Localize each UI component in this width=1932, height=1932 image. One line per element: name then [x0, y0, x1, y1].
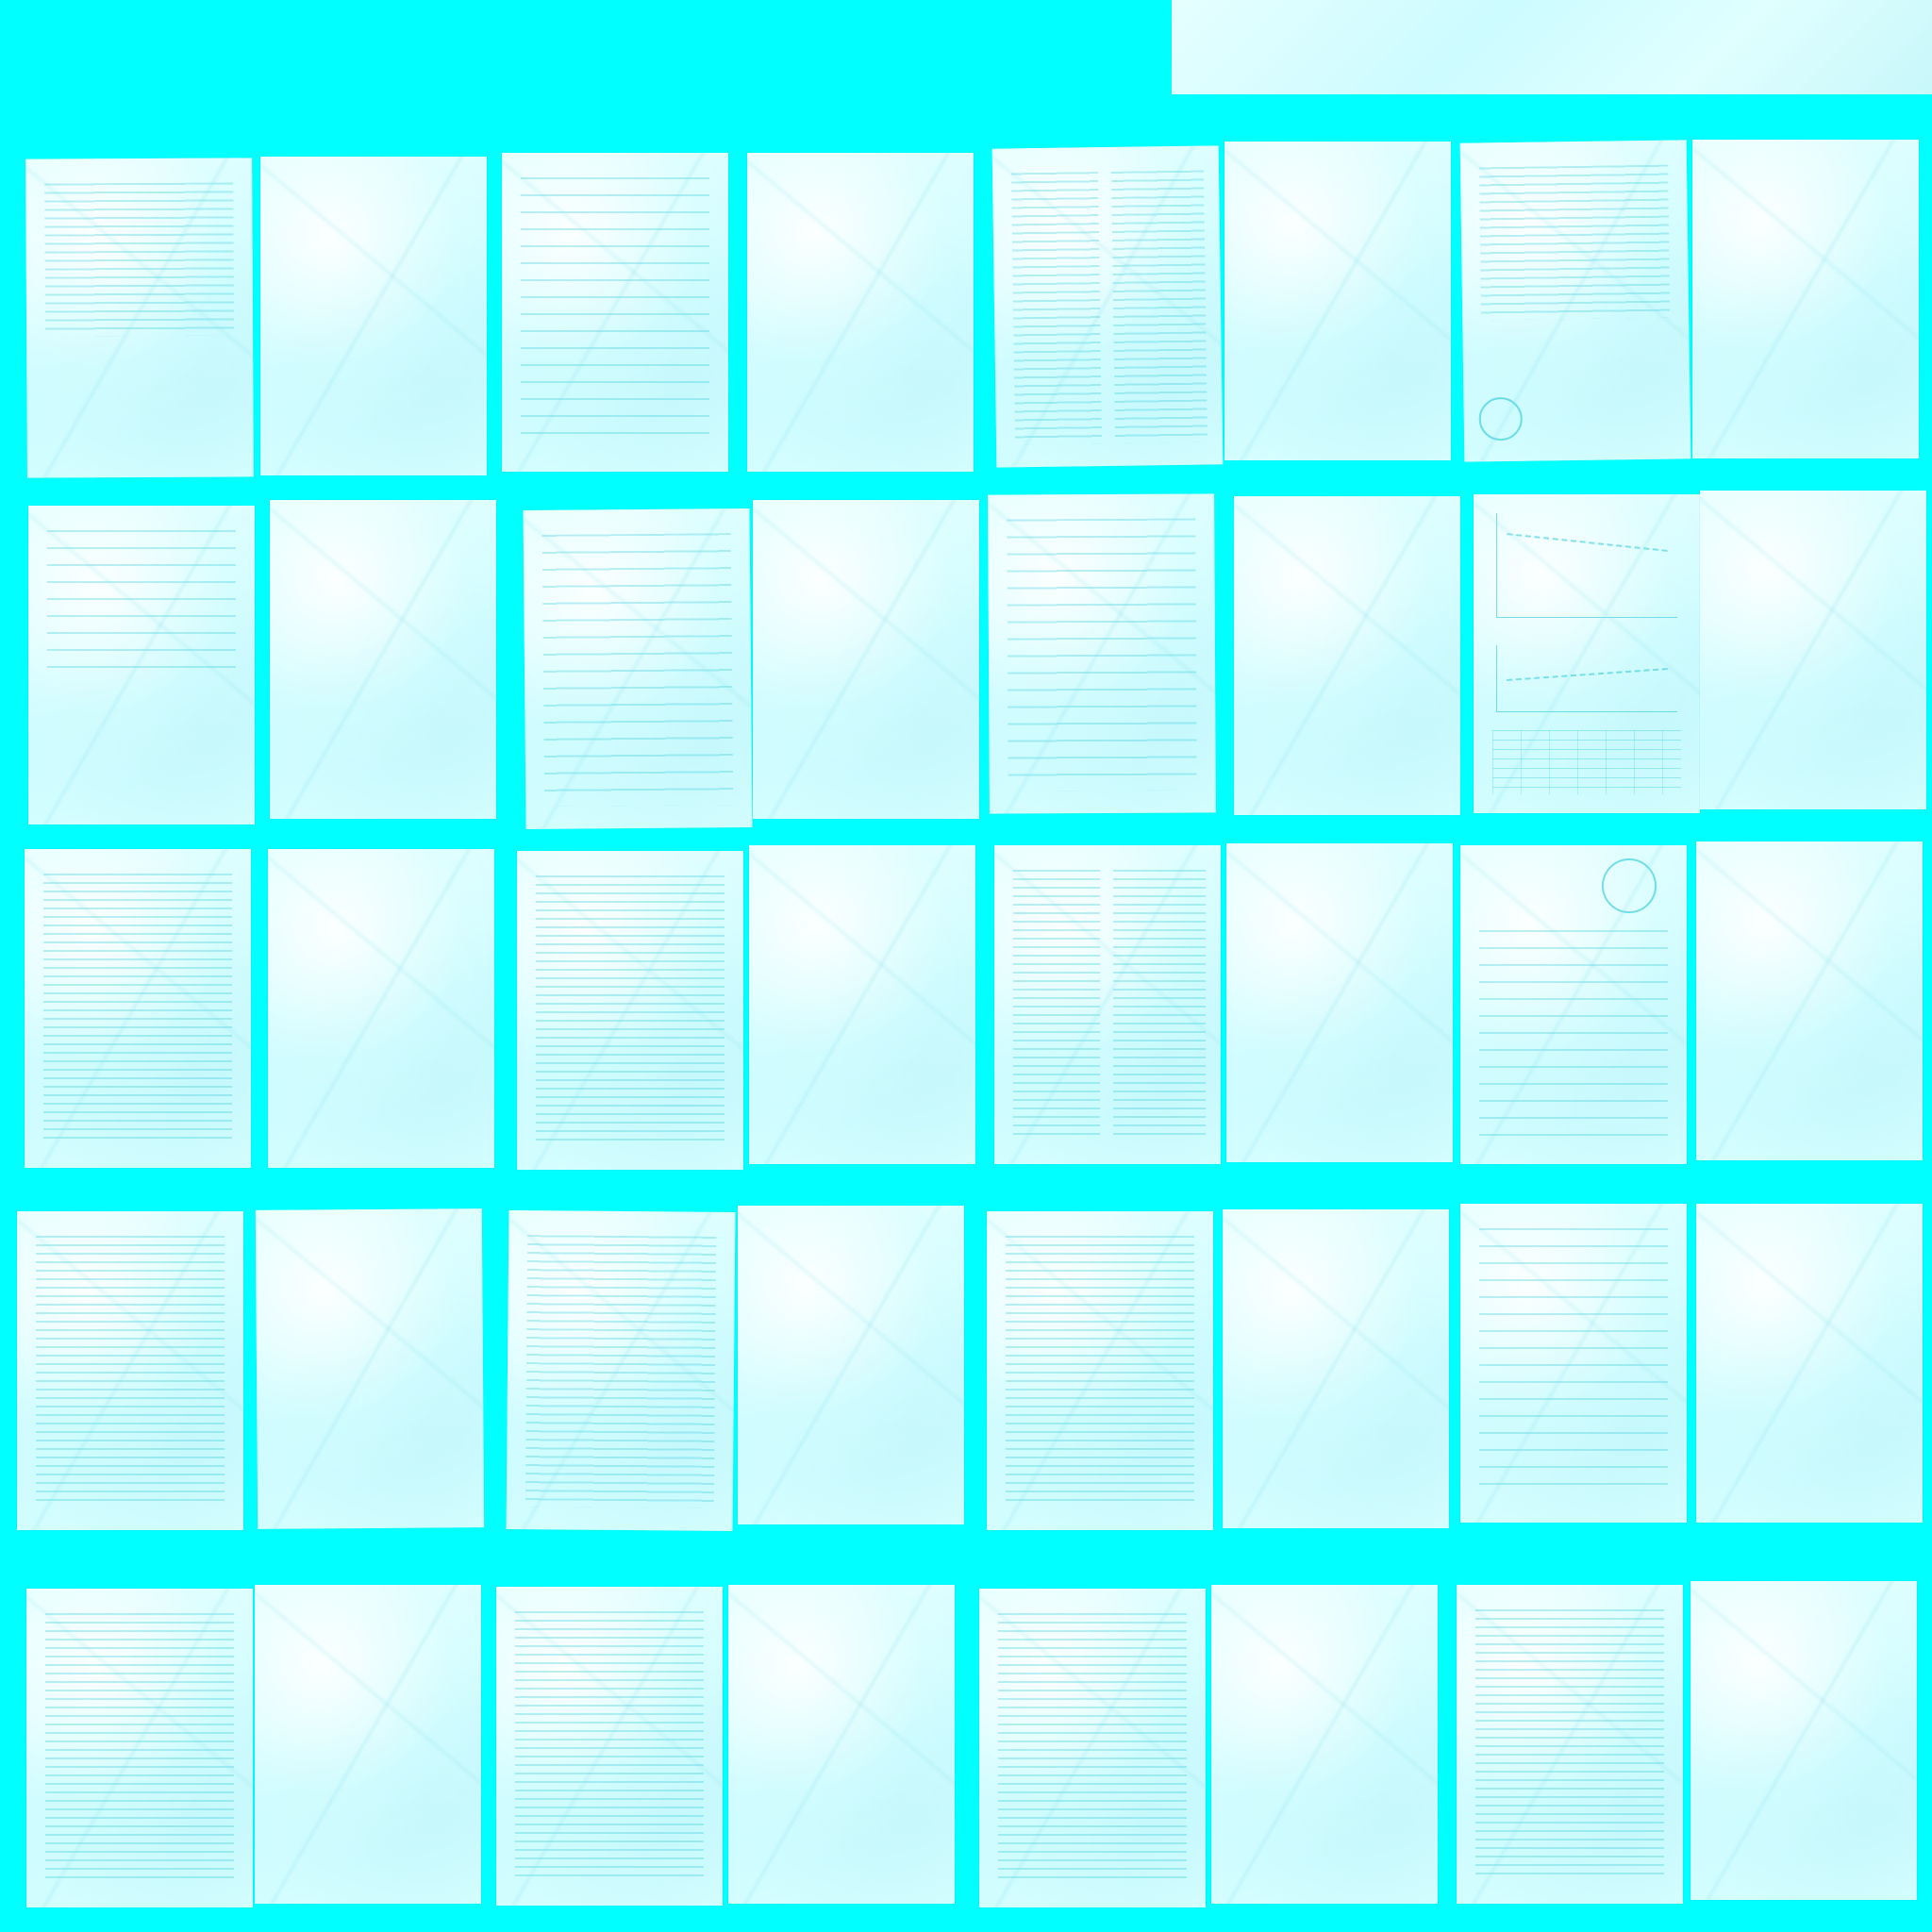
- page-r2c2: [270, 500, 496, 819]
- page-text: [1006, 1236, 1194, 1507]
- page-r3c1: [25, 849, 251, 1168]
- page-r5c6: [1211, 1585, 1438, 1904]
- page-r5c8: [1690, 1581, 1917, 1900]
- page-r2c3: [523, 508, 753, 830]
- page-r4c6: [1223, 1209, 1449, 1528]
- page-r2c8: [1700, 491, 1926, 809]
- page-r2c4: [753, 500, 979, 819]
- page-text: [1007, 518, 1197, 791]
- page-r4c5: [987, 1211, 1213, 1530]
- page-text: [541, 533, 734, 807]
- page-r2c1: [28, 506, 255, 824]
- page-r4c7: [1460, 1204, 1687, 1523]
- page-r3c4: [749, 845, 975, 1164]
- page-text: [521, 177, 709, 449]
- page-text-right-column: [1113, 870, 1206, 1141]
- page-r5c2: [255, 1585, 481, 1904]
- page-text-left-column: [1011, 172, 1103, 445]
- page-r3c7: [1460, 845, 1687, 1164]
- page-r4c8: [1696, 1204, 1923, 1523]
- page-r4c2: [255, 1208, 485, 1529]
- page-r1c1: [25, 158, 254, 478]
- page-r3c8: [1696, 841, 1923, 1160]
- page-r5c7: [1457, 1585, 1683, 1904]
- page-text: [47, 530, 236, 683]
- seal-stamp: [1602, 858, 1657, 913]
- data-table: [1492, 730, 1681, 794]
- page-r3c6: [1226, 843, 1453, 1162]
- page-text: [43, 874, 232, 1145]
- page-r5c1: [26, 1589, 253, 1907]
- page-r3c5: [994, 845, 1221, 1164]
- page-text-right-column: [1111, 170, 1208, 443]
- line-chart-top: [1496, 513, 1677, 618]
- seal-stamp: [1478, 396, 1524, 441]
- page-text: [515, 1611, 704, 1883]
- scanned-pages-canvas: [0, 0, 1932, 1932]
- page-text: [998, 1613, 1187, 1885]
- page-text: [1475, 1609, 1664, 1881]
- page-r3c3: [517, 851, 743, 1170]
- page-r2c7: [1474, 494, 1700, 813]
- page-text: [525, 1235, 717, 1508]
- page-r2c6: [1234, 496, 1460, 815]
- page-text: [1479, 1228, 1668, 1500]
- page-text: [36, 1236, 225, 1507]
- page-r4c3: [506, 1209, 736, 1532]
- page-r4c4: [738, 1206, 964, 1524]
- page-text: [44, 182, 235, 337]
- partial-page-strip: [1172, 0, 1932, 94]
- page-text-left-column: [1013, 870, 1100, 1141]
- page-r1c6: [1224, 142, 1451, 460]
- page-r1c7: [1459, 140, 1691, 462]
- line-chart-bottom: [1496, 645, 1677, 712]
- page-r5c4: [728, 1585, 955, 1904]
- page-text: [1479, 930, 1668, 1141]
- page-r1c4: [747, 153, 974, 472]
- page-r5c5: [979, 1589, 1206, 1907]
- page-r4c1: [17, 1211, 243, 1530]
- page-text: [536, 875, 724, 1147]
- page-r1c3: [502, 153, 728, 472]
- page-r2c5: [988, 493, 1216, 814]
- page-r3c2: [268, 849, 494, 1168]
- page-r5c3: [496, 1587, 723, 1906]
- page-r1c2: [260, 157, 487, 475]
- page-r1c8: [1692, 140, 1919, 458]
- page-r1c5: [991, 145, 1224, 468]
- page-text: [1479, 164, 1671, 321]
- page-text: [45, 1613, 234, 1885]
